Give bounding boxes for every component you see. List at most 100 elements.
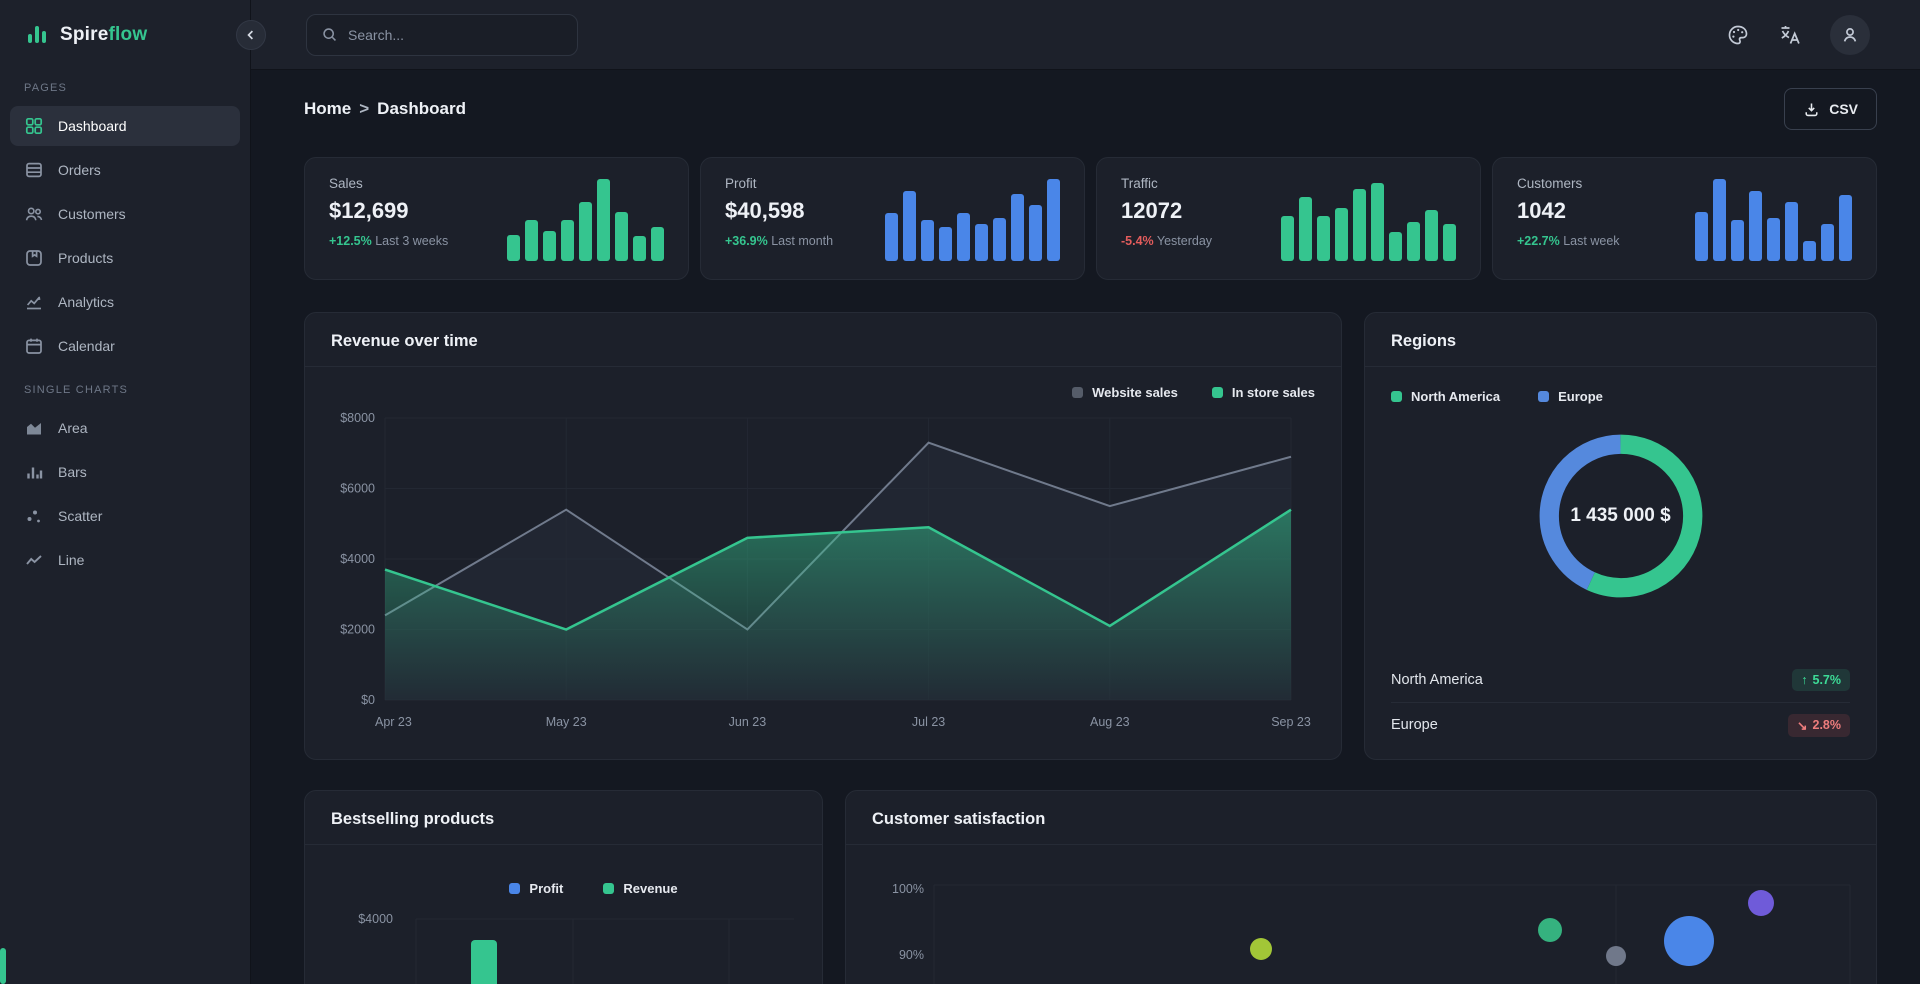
theme-palette-button[interactable] bbox=[1726, 23, 1750, 47]
bestselling-legend: Profit Revenue bbox=[305, 845, 822, 896]
export-csv-label: CSV bbox=[1829, 101, 1858, 117]
stat-subtext: +22.7% Last week bbox=[1517, 234, 1620, 248]
region-row-europe[interactable]: Europe ↘ 2.8% bbox=[1391, 702, 1850, 747]
sidebar-collapse-button[interactable] bbox=[236, 20, 266, 50]
sidebar-item-bars[interactable]: Bars bbox=[10, 452, 240, 492]
legend-website-sales[interactable]: Website sales bbox=[1072, 385, 1178, 400]
export-csv-button[interactable]: CSV bbox=[1784, 88, 1877, 130]
region-row-north-america[interactable]: North America ↑ 5.7% bbox=[1391, 657, 1850, 702]
revenue-card-header: Revenue over time bbox=[305, 313, 1341, 367]
revenue-chart-body: $8000 $6000 $4000 $2000 $0 Apr 23 May 23 Jun 23… bbox=[305, 404, 1341, 759]
stat-title: Traffic bbox=[1121, 176, 1158, 191]
bestselling-chart-body: $4000 bbox=[305, 896, 822, 984]
stat-card-customers[interactable]: Customers 1042 +22.7% Last week bbox=[1492, 157, 1877, 280]
language-icon[interactable] bbox=[1778, 23, 1802, 47]
regions-card: Regions North America Europe 1 435 000 $… bbox=[1364, 312, 1877, 760]
sidebar-item-calendar[interactable]: Calendar bbox=[10, 326, 240, 366]
legend-label: In store sales bbox=[1231, 385, 1315, 400]
bestselling-card-header: Bestselling products bbox=[305, 791, 822, 845]
satisfaction-chart-svg: 100% 90% bbox=[892, 882, 1851, 984]
search-box bbox=[306, 13, 578, 56]
sidebar-item-analytics[interactable]: Analytics bbox=[10, 282, 240, 322]
analytics-icon bbox=[24, 292, 44, 312]
sidebar-item-scatter[interactable]: Scatter bbox=[10, 496, 240, 536]
user-avatar-button[interactable] bbox=[1830, 14, 1870, 55]
sidebar-scrollbar-thumb[interactable] bbox=[0, 948, 6, 984]
sidebar-item-customers[interactable]: Customers bbox=[10, 194, 240, 234]
region-name: Europe bbox=[1391, 717, 1438, 733]
sidebar-item-label: Calendar bbox=[58, 338, 115, 354]
bottom-charts-row: Bestselling products Profit Revenue $400… bbox=[304, 790, 1877, 984]
sidebar-item-dashboard[interactable]: Dashboard bbox=[10, 106, 240, 146]
sidebar-item-label: Customers bbox=[58, 206, 126, 222]
legend-in-store-sales[interactable]: In store sales bbox=[1211, 385, 1315, 400]
stats-row: Sales $12,699 +12.5% Last 3 weeks Profit… bbox=[304, 157, 1877, 280]
brand-logo[interactable]: Spireflow bbox=[0, 0, 250, 66]
svg-text:Sep 23: Sep 23 bbox=[1271, 715, 1311, 729]
svg-text:$4000: $4000 bbox=[358, 912, 393, 926]
arrow-down-icon: ↘ bbox=[1797, 718, 1808, 733]
breadcrumb-current: Dashboard bbox=[377, 99, 466, 118]
stat-title: Customers bbox=[1517, 176, 1583, 191]
sidebar-item-products[interactable]: Products bbox=[10, 238, 240, 278]
stat-subtext: +12.5% Last 3 weeks bbox=[329, 234, 448, 248]
dashboard-icon bbox=[24, 116, 44, 136]
products-icon bbox=[24, 248, 44, 268]
stat-delta: +12.5% bbox=[329, 234, 372, 248]
sidebar-item-label: Line bbox=[58, 552, 85, 568]
stat-period: Yesterday bbox=[1156, 234, 1213, 248]
svg-text:Apr 23: Apr 23 bbox=[375, 715, 412, 729]
sidebar-section-pages: PAGES bbox=[24, 82, 68, 94]
stat-value: $40,598 bbox=[725, 198, 805, 223]
revenue-over-time-card: Revenue over time Website sales In store… bbox=[304, 312, 1342, 760]
revenue-swatch bbox=[603, 883, 615, 894]
legend-label: Profit bbox=[529, 881, 564, 896]
region-change-badge: ↑ 5.7% bbox=[1792, 668, 1850, 691]
breadcrumb: Home > Dashboard bbox=[304, 99, 466, 119]
regions-card-title: Regions bbox=[1391, 332, 1457, 350]
search-input[interactable] bbox=[348, 26, 563, 43]
stat-card-traffic[interactable]: Traffic 12072 -5.4% Yesterday bbox=[1096, 157, 1481, 280]
in-store-sales-swatch bbox=[1211, 387, 1223, 398]
bestselling-card-title: Bestselling products bbox=[331, 810, 495, 828]
brand-name-primary: Spire bbox=[60, 24, 109, 45]
customer-satisfaction-card: Customer satisfaction 100% 90% bbox=[845, 790, 1877, 984]
svg-text:90%: 90% bbox=[899, 948, 924, 962]
legend-profit[interactable]: Profit bbox=[509, 881, 563, 896]
stat-title: Sales bbox=[329, 176, 363, 191]
svg-text:$8000: $8000 bbox=[340, 411, 375, 425]
legend-label: North America bbox=[1411, 389, 1501, 404]
stat-value: $12,699 bbox=[329, 198, 409, 223]
customers-mini-bar-chart bbox=[1695, 179, 1852, 261]
user-icon bbox=[1840, 25, 1860, 45]
stat-subtext: +36.9% Last month bbox=[725, 234, 833, 248]
sales-mini-bar-chart bbox=[507, 179, 664, 261]
regions-rows: North America ↑ 5.7% Europe ↘ 2.8% bbox=[1365, 657, 1876, 759]
line-chart-icon bbox=[24, 550, 44, 570]
sidebar-item-orders[interactable]: Orders bbox=[10, 150, 240, 190]
logo-icon bbox=[24, 22, 50, 48]
legend-revenue[interactable]: Revenue bbox=[603, 881, 678, 896]
sidebar-item-label: Scatter bbox=[58, 508, 103, 524]
orders-icon bbox=[24, 160, 44, 180]
sidebar-item-area[interactable]: Area bbox=[10, 408, 240, 448]
stat-title: Profit bbox=[725, 176, 757, 191]
sidebar-item-label: Dashboard bbox=[58, 118, 127, 134]
download-icon bbox=[1803, 101, 1820, 118]
bestselling-chart-svg: $4000 bbox=[358, 912, 794, 984]
breadcrumb-home-link[interactable]: Home bbox=[304, 99, 351, 119]
svg-text:May 23: May 23 bbox=[546, 715, 587, 729]
stat-delta: +22.7% bbox=[1517, 234, 1560, 248]
legend-europe[interactable]: Europe bbox=[1538, 389, 1603, 404]
regions-card-header: Regions bbox=[1365, 313, 1876, 367]
legend-label: Revenue bbox=[623, 881, 678, 896]
stat-period: Last month bbox=[771, 234, 834, 248]
sidebar-item-line[interactable]: Line bbox=[10, 540, 240, 580]
svg-text:Jul 23: Jul 23 bbox=[912, 715, 945, 729]
legend-north-america[interactable]: North America bbox=[1391, 389, 1500, 404]
stat-card-profit[interactable]: Profit $40,598 +36.9% Last month bbox=[700, 157, 1085, 280]
profit-swatch bbox=[509, 883, 521, 894]
regions-legend: North America Europe bbox=[1365, 367, 1876, 404]
sidebar-section-single-charts: SINGLE CHARTS bbox=[24, 384, 129, 396]
stat-card-sales[interactable]: Sales $12,699 +12.5% Last 3 weeks bbox=[304, 157, 689, 280]
